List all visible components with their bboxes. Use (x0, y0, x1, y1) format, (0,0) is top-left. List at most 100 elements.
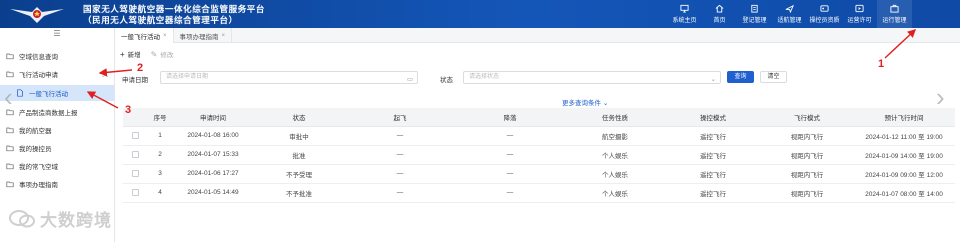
row-checkbox[interactable] (131, 188, 139, 196)
plane-icon (785, 4, 794, 13)
briefcase-icon (890, 4, 899, 13)
prev-slide-icon[interactable]: ‹ (4, 84, 13, 110)
tab-bar: 一般飞行活动 × 事项办理指南 × (115, 28, 960, 43)
table-row[interactable]: 2 2024-01-07 15:33 批准 — — 个人娱乐 遥控飞行 视距内飞… (123, 145, 955, 165)
annotation-3: 3 (125, 104, 132, 116)
top-nav: 系统主页 首页 登记管理 适航管理 操控员资质 运营许可 运行管理 (667, 0, 912, 28)
sidebar-item-flight-application[interactable]: 飞行活动申请 ︿ (0, 66, 114, 82)
cell-time: 2024-01-08 16:00 (173, 126, 253, 146)
row-checkbox[interactable] (131, 131, 139, 139)
table-row[interactable]: 3 2024-01-06 17:27 不予受理 — — 个人娱乐 遥控飞行 视距… (123, 164, 955, 184)
chevron-down-icon: ⌄ (710, 76, 716, 83)
cell-control: 遥控飞行 (665, 126, 761, 146)
cell-status: 审批中 (253, 126, 345, 146)
app-window: 国家无人驾驶航空器一体化综合监管服务平台 （民用无人驾驶航空器综合管理平台） 系… (0, 0, 960, 242)
cell-task: 个人娱乐 (565, 145, 665, 165)
sidebar-item-my-operators[interactable]: 我的操控员 (0, 140, 114, 156)
date-input[interactable]: 请选择申请日期 ▭ (160, 71, 418, 84)
nav-home[interactable]: 首页 (702, 0, 737, 28)
folder-icon (6, 127, 14, 134)
cell-plan: 2024-01-09 09:00 至 12:00 (853, 164, 955, 184)
sidebar-item-label: 我的常飞空域 (19, 164, 58, 171)
cell-takeoff: — (345, 145, 455, 165)
platform-subtitle: （民用无人驾驶航空器综合管理平台） (83, 15, 238, 25)
cell-status: 不予受理 (253, 164, 345, 184)
chevron-up-icon: ︿ (101, 72, 108, 79)
sidebar-item-label: 一般飞行活动 (29, 91, 68, 98)
sidebar-item-general-flight[interactable]: 一般飞行活动 (0, 85, 114, 101)
cell-control: 遥控飞行 (665, 145, 761, 165)
sidebar-item-my-aircraft[interactable]: 我的航空器 (0, 122, 114, 138)
column-header: 状态 (253, 108, 345, 127)
tab-label: 一般飞行活动 (121, 33, 160, 41)
edit-button[interactable]: ✎ 修改 (150, 49, 174, 60)
sidebar-item-label: 我的操控员 (19, 146, 52, 153)
column-header: 降落 (455, 108, 565, 127)
sidebar-item-label: 事项办理指南 (19, 182, 58, 189)
nav-label: 首页 (713, 18, 726, 24)
plus-icon: + (120, 49, 125, 59)
nav-airworthiness[interactable]: 适航管理 (772, 0, 807, 28)
cell-flight: 视距内飞行 (761, 145, 853, 165)
cell-plan: 2024-01-07 08:00 至 14:00 (853, 183, 955, 203)
sidebar-toggle-icon[interactable]: ☰ (0, 28, 114, 40)
edit-label: 修改 (160, 52, 174, 59)
cell-control: 遥控飞行 (665, 183, 761, 203)
sidebar-item-label: 我的航空器 (19, 128, 52, 135)
top-header: 国家无人驾驶航空器一体化综合监管服务平台 （民用无人驾驶航空器综合管理平台） 系… (0, 0, 960, 28)
wechat-logo-icon (9, 209, 35, 227)
cell-no: 3 (147, 164, 173, 184)
more-conditions-link[interactable]: 更多查询条件 ⌄ (562, 97, 608, 107)
reset-button[interactable]: 清空 (760, 71, 787, 83)
sidebar-item-guide[interactable]: 事项办理指南 (0, 176, 114, 192)
nav-label: 运行管理 (882, 18, 907, 24)
column-header: 任务性质 (565, 108, 665, 127)
row-checkbox[interactable] (131, 150, 139, 158)
nav-label: 运营许可 (847, 18, 872, 24)
status-select[interactable]: 请选择状态 ⌄ (463, 71, 721, 84)
doc-icon (17, 89, 23, 97)
add-button[interactable]: + 新增 (120, 49, 141, 60)
caac-logo (10, 7, 64, 23)
monitor-icon (680, 4, 689, 13)
nav-label: 操控员资质 (809, 18, 840, 24)
nav-registration[interactable]: 登记管理 (737, 0, 772, 28)
nav-operator-qualification[interactable]: 操控员资质 (807, 0, 842, 28)
play-icon (855, 4, 864, 13)
close-icon[interactable]: × (222, 33, 226, 39)
nav-operation-license[interactable]: 运营许可 (842, 0, 877, 28)
column-header: 操控模式 (665, 108, 761, 127)
annotation-1: 1 (878, 58, 885, 70)
flight-table: 序号 申请时间 状态 起飞 降落 任务性质 操控模式 飞行模式 预计飞行时间 1… (123, 108, 955, 203)
close-icon[interactable]: × (163, 33, 167, 39)
table-row[interactable]: 4 2024-01-05 14:49 不予批准 — — 个人娱乐 遥控飞行 视距… (123, 183, 955, 203)
table-row[interactable]: 1 2024-01-08 16:00 审批中 — — 航空摄影 遥控飞行 视距内… (123, 126, 955, 146)
nav-operation-management[interactable]: 运行管理 (877, 0, 912, 28)
tab-general-flight[interactable]: 一般飞行活动 × (115, 28, 174, 43)
cell-time: 2024-01-06 17:27 (173, 164, 253, 184)
tab-label: 事项办理指南 (179, 33, 219, 41)
row-checkbox[interactable] (131, 169, 139, 177)
cell-control: 遥控飞行 (665, 164, 761, 184)
cell-task: 个人娱乐 (565, 183, 665, 203)
cell-flight: 视距内飞行 (761, 164, 853, 184)
tab-guide[interactable]: 事项办理指南 × (174, 28, 233, 43)
query-button[interactable]: 查询 (727, 71, 754, 83)
next-slide-icon[interactable]: › (936, 84, 945, 110)
pencil-icon: ✎ (150, 49, 158, 59)
sidebar-item-my-airspace[interactable]: 我的常飞空域 (0, 158, 114, 174)
nav-system-home[interactable]: 系统主页 (667, 0, 702, 28)
cell-landing: — (455, 145, 565, 165)
sidebar-item-airspace-query[interactable]: 空域信息查询 (0, 48, 114, 64)
folder-icon (6, 53, 14, 60)
cell-plan: 2024-01-12 11:00 至 19:00 (853, 126, 955, 146)
nav-label: 登记管理 (742, 18, 767, 24)
cell-takeoff: — (345, 183, 455, 203)
cell-no: 4 (147, 183, 173, 203)
cell-status: 批准 (253, 145, 345, 165)
folder-icon (6, 145, 14, 152)
date-label: 申请日期 (122, 77, 148, 84)
sidebar-item-manufacturer-report[interactable]: 产品制造商数据上报 (0, 104, 114, 120)
home-icon (715, 4, 724, 13)
cell-status: 不予批准 (253, 183, 345, 203)
